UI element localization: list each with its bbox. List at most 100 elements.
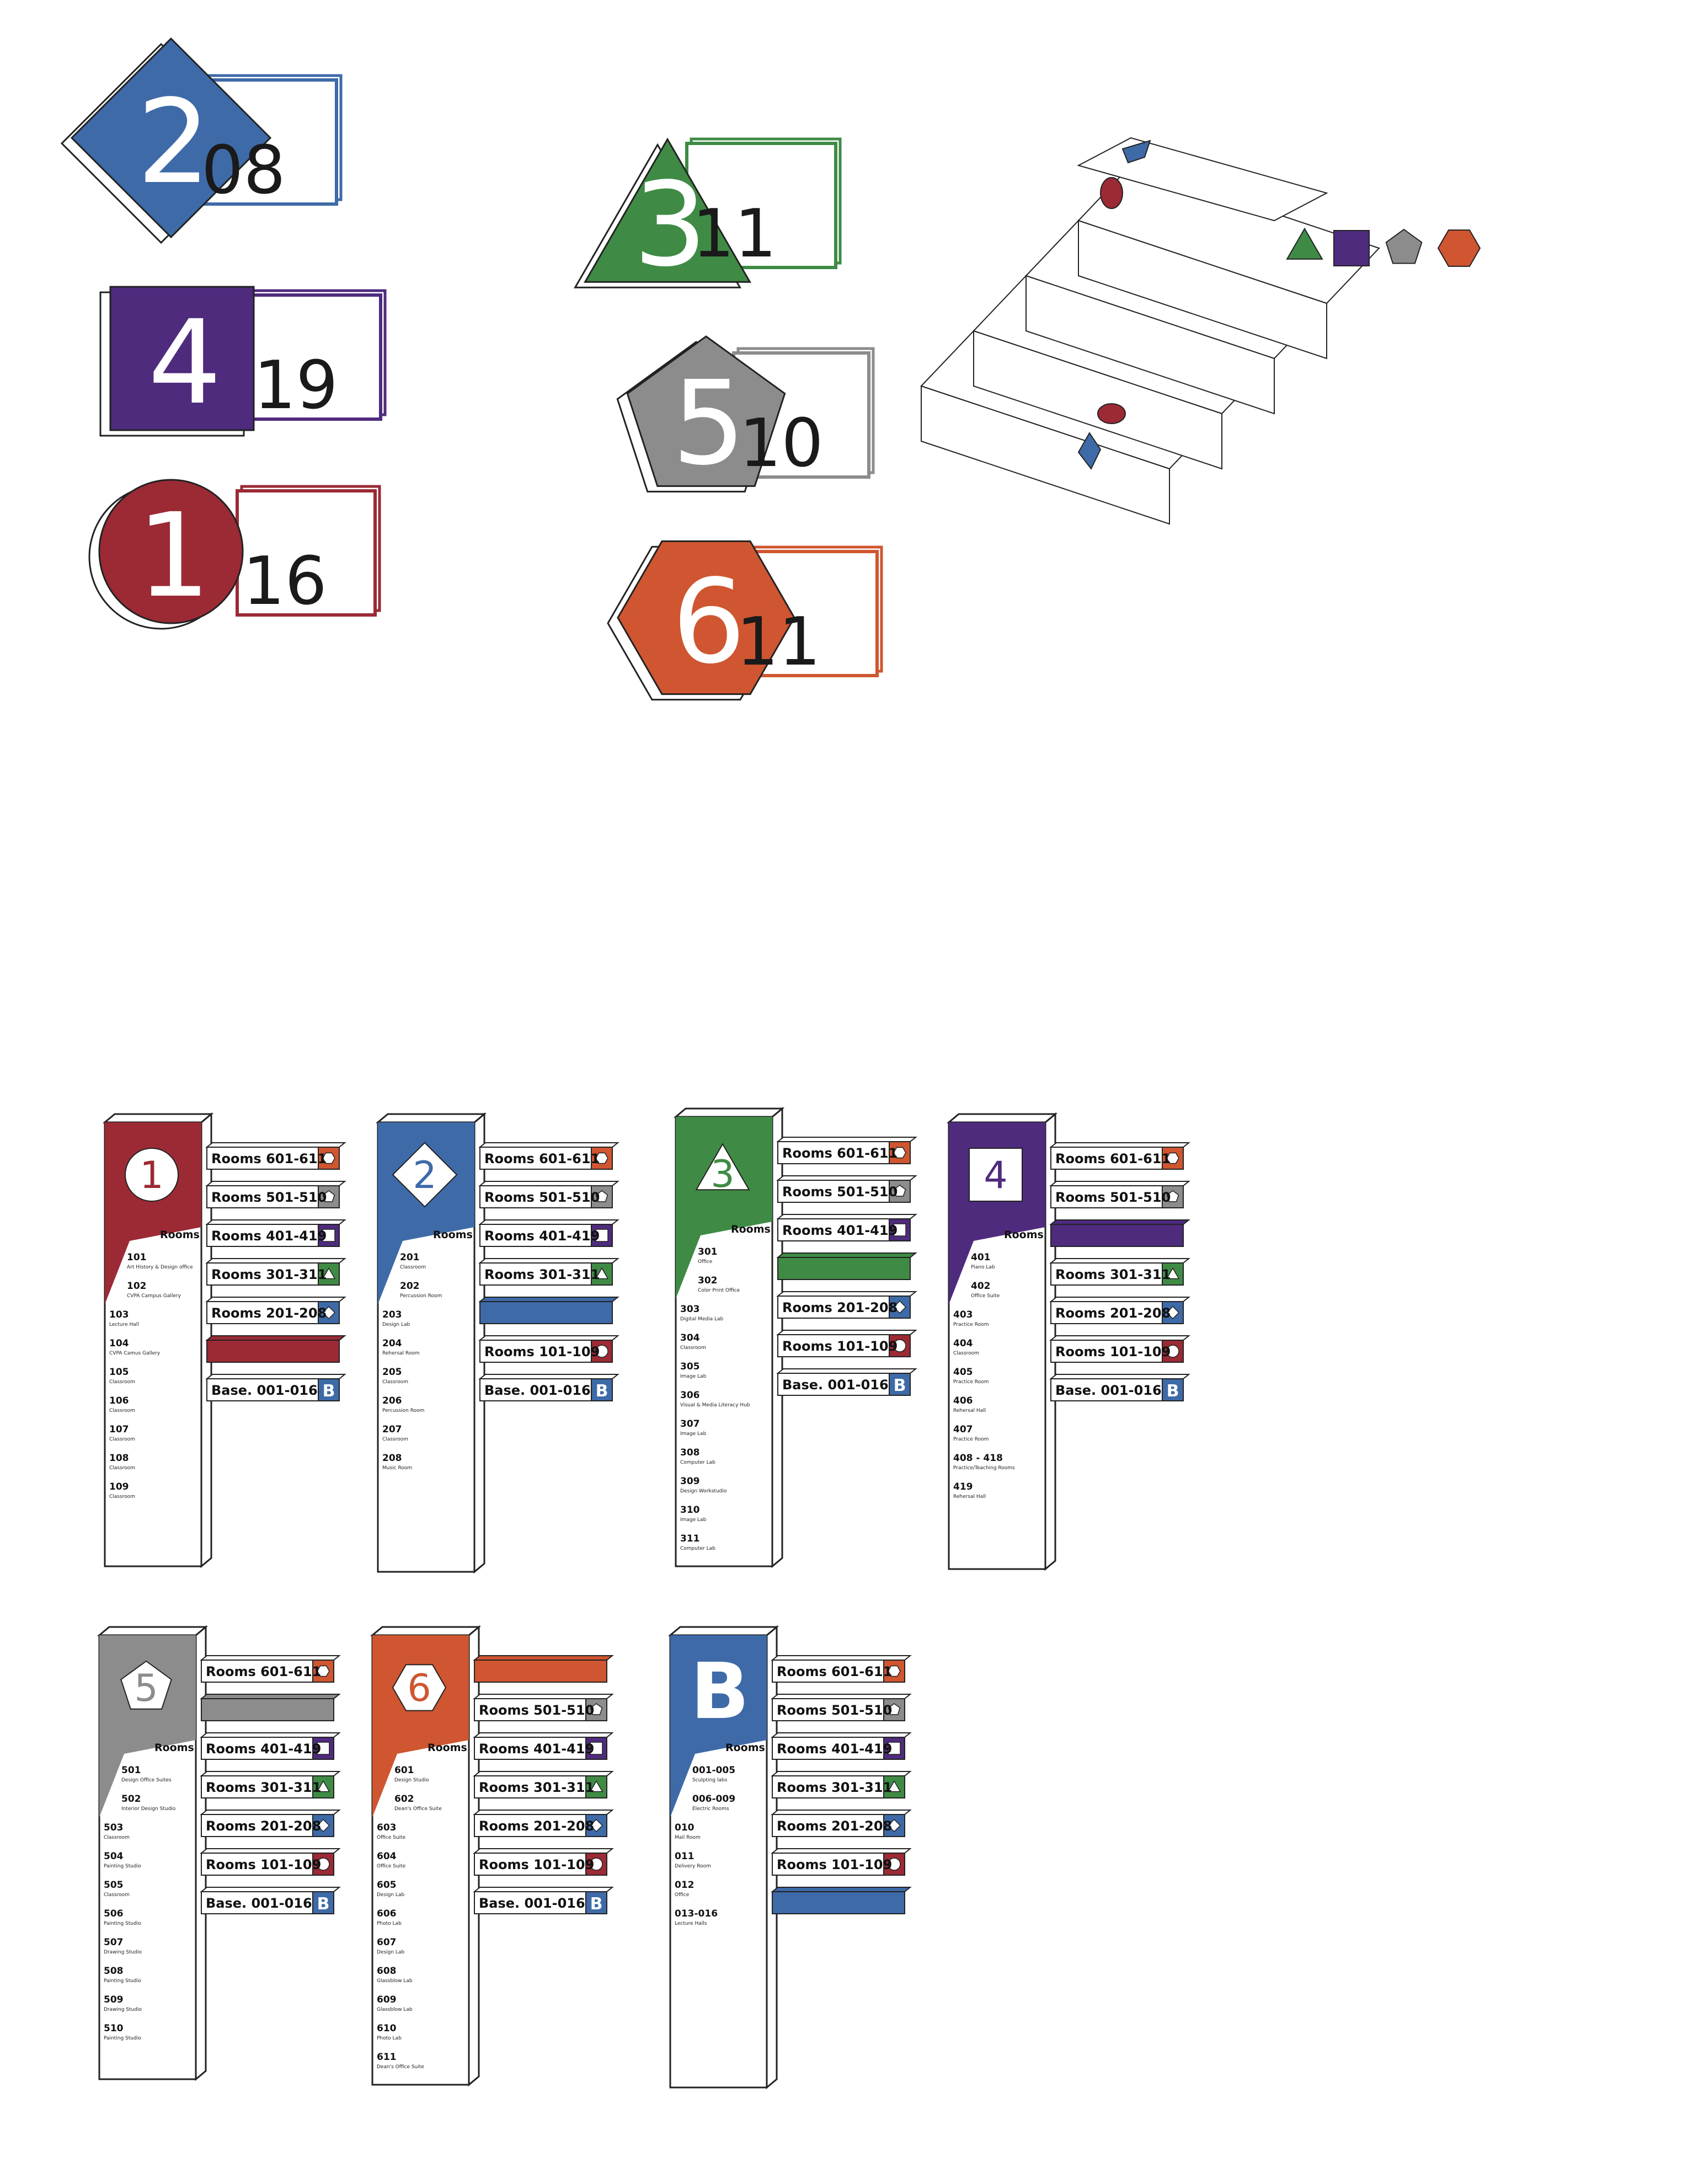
floor-tab-B: B Base. 001-016 xyxy=(478,1374,619,1401)
floor-tab-1: Rooms 101-109 xyxy=(200,1848,341,1876)
room-name: Glassblow Lab xyxy=(377,1978,413,1984)
floor-number: 4 xyxy=(148,295,222,430)
current-floor-bar xyxy=(201,1698,334,1721)
room-number: 509 xyxy=(104,1994,124,2005)
room-number: 603 xyxy=(377,1822,397,1833)
room-name: Mail Room xyxy=(675,1835,701,1840)
floor-badge-6: 611 xyxy=(607,540,883,701)
floor-tab-B: B Base. 001-016 xyxy=(1049,1374,1190,1401)
room-name: Practice Room xyxy=(953,1322,989,1327)
tab-label: Rooms 501-510 xyxy=(484,1190,600,1205)
room-count: 11 xyxy=(692,196,777,272)
floor-tab-5: Rooms 501-510 xyxy=(1049,1181,1190,1208)
room-number: 609 xyxy=(377,1994,397,2005)
room-number: 311 xyxy=(680,1533,700,1544)
tab-top xyxy=(478,1142,619,1148)
floor-tab-6: Rooms 601-611 xyxy=(205,1142,346,1170)
tab-label: Rooms 501-510 xyxy=(479,1703,594,1718)
floor-tab-1: Rooms 101-109 xyxy=(776,1330,917,1357)
tab-label: Rooms 401-419 xyxy=(211,1228,327,1244)
room-name: Office xyxy=(675,1892,690,1898)
room-number: 408 - 418 xyxy=(953,1453,1003,1464)
room-number: 301 xyxy=(698,1246,718,1257)
tab-label: Rooms 101-109 xyxy=(777,1857,892,1872)
room-name: Classroom xyxy=(953,1351,979,1356)
room-number: 105 xyxy=(109,1367,129,1378)
tab-label: Rooms 601-611 xyxy=(1055,1151,1171,1166)
room-name: Electric Rooms xyxy=(692,1806,729,1812)
room-number: 304 xyxy=(680,1332,700,1343)
totem-top xyxy=(102,1113,214,1123)
tab-label: Rooms 501-510 xyxy=(782,1184,898,1200)
room-number: 401 xyxy=(971,1252,991,1263)
room-name: Image Lab xyxy=(680,1517,707,1523)
tab-top xyxy=(205,1181,346,1186)
room-name: Rehersal Hall xyxy=(953,1408,986,1414)
tab-top xyxy=(473,1732,614,1738)
room-name: Rehersal Room xyxy=(382,1351,420,1356)
room-name: Sculpting labs xyxy=(692,1778,728,1783)
floor-tab-5: Rooms 501-510 xyxy=(473,1694,614,1721)
tab-top xyxy=(771,1848,912,1854)
room-number: 605 xyxy=(377,1880,397,1891)
room-name: Lecture Hall xyxy=(109,1322,139,1327)
room-number: 306 xyxy=(680,1390,700,1401)
tab-label: Base. 001-016 xyxy=(206,1896,312,1911)
room-number: 610 xyxy=(377,2023,397,2034)
room-number: 402 xyxy=(971,1281,991,1292)
current-floor-bar-top xyxy=(771,1887,912,1892)
room-number: 011 xyxy=(675,1851,695,1862)
room-number: 405 xyxy=(953,1367,973,1378)
room-number: 403 xyxy=(953,1309,973,1320)
room-name: Practice Room xyxy=(953,1379,989,1385)
room-number: 305 xyxy=(680,1361,700,1372)
tab-top xyxy=(776,1214,917,1219)
floor-tab-3: Rooms 301-311 xyxy=(205,1258,346,1286)
room-number: 407 xyxy=(953,1424,973,1435)
floor-tab-2: Rooms 201-208 xyxy=(205,1297,346,1324)
current-floor-bar-top xyxy=(1049,1219,1190,1225)
room-name: Computer Lab xyxy=(680,1546,715,1551)
room-name: Piano Lab xyxy=(971,1265,995,1270)
rooms-heading: Rooms xyxy=(428,1742,467,1754)
room-name: Delivery Room xyxy=(675,1864,711,1869)
room-name: Music Room xyxy=(382,1465,412,1471)
tab-label: Rooms 601-611 xyxy=(206,1664,321,1679)
room-number: 103 xyxy=(109,1309,129,1320)
room-name: Photo Lab xyxy=(377,1921,402,1926)
tab-label: Rooms 101-109 xyxy=(484,1344,600,1359)
tab-top xyxy=(205,1297,346,1302)
room-name: Rehersal Hall xyxy=(953,1494,986,1500)
room-name: Digital Media Lab xyxy=(680,1316,723,1322)
floor-tab-6: Rooms 601-611 xyxy=(200,1655,341,1683)
tab-top xyxy=(771,1732,912,1738)
room-number: 404 xyxy=(953,1338,973,1349)
room-name: Classroom xyxy=(400,1265,426,1270)
tab-label: Base. 001-016 xyxy=(484,1383,591,1398)
tab-top xyxy=(771,1655,912,1661)
tab-top xyxy=(478,1335,619,1341)
room-number: 504 xyxy=(104,1851,124,1862)
totem-top xyxy=(97,1626,209,1636)
totem-top xyxy=(370,1626,482,1636)
totem-floor-number: 4 xyxy=(984,1154,1007,1197)
tab-label: Rooms 501-510 xyxy=(777,1703,892,1718)
tab-top xyxy=(200,1771,341,1776)
room-count: 08 xyxy=(201,132,286,209)
tab-top xyxy=(776,1175,917,1181)
room-number: 013-016 xyxy=(675,1908,718,1919)
tab-label: Rooms 601-611 xyxy=(777,1664,892,1679)
room-name: Computer Lab xyxy=(680,1460,715,1465)
stair-circle-icon xyxy=(1097,403,1126,424)
current-floor-bar-top xyxy=(205,1335,346,1341)
room-number: 108 xyxy=(109,1453,129,1464)
room-number: 204 xyxy=(382,1338,402,1349)
floor-tab-3: Rooms 301-311 xyxy=(200,1771,341,1798)
room-name: Image Lab xyxy=(680,1374,707,1379)
room-number: 310 xyxy=(680,1505,700,1516)
floor-tab-2: Rooms 201-208 xyxy=(473,1810,614,1837)
totem-floor-number: 1 xyxy=(140,1154,163,1197)
stair-circle-icon xyxy=(1100,177,1123,209)
room-number: 309 xyxy=(680,1476,700,1487)
room-name: Interior Design Studio xyxy=(121,1806,176,1812)
